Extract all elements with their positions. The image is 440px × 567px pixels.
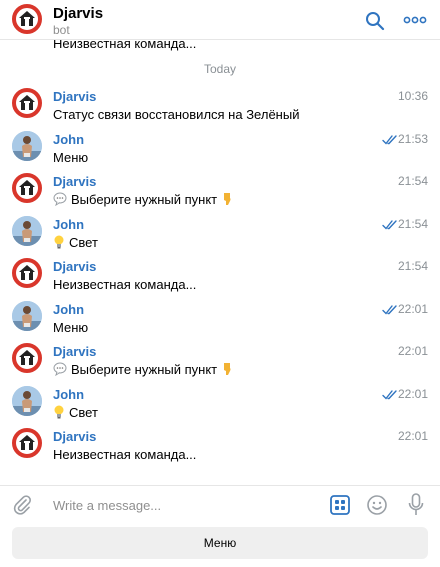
user-photo [12,300,42,331]
message-row[interactable]: John Свет 21:54 [0,215,440,260]
message-input[interactable]: Write a message... [53,498,161,513]
message-body: Выберите нужный пункт [71,362,218,377]
house-icon [12,343,42,373]
message-text: Выберите нужный пункт [53,192,237,209]
message-row[interactable]: Djarvis Выберите нужный пункт 21:54 [0,173,440,217]
message-body: Меню [53,319,89,335]
pointing-down-icon [221,192,233,209]
speech-balloon-icon [53,192,67,209]
user-avatar[interactable] [12,215,42,246]
message-text: Статус связи восстановился на Зелёный [53,107,299,122]
message-time: 21:54 [397,174,428,188]
house-icon [12,428,42,458]
date-separator: Today [203,62,237,76]
message-composer: Write a message... [0,485,440,525]
sender-name[interactable]: John [53,217,84,232]
message-body: Выберите нужный пункт [71,192,218,207]
message-body: Неизвестная команда... [53,447,197,462]
message-row[interactable]: John Меню 22:01 [0,300,440,345]
sender-name[interactable]: Djarvis [53,429,96,444]
sender-name[interactable]: John [53,387,84,402]
paperclip-icon[interactable] [12,494,32,516]
message-body: Свет [69,404,98,420]
sender-name[interactable]: John [53,302,84,317]
message-time: 22:01 [397,429,428,443]
light-bulb-icon [53,235,65,252]
speech-balloon-icon [53,362,67,379]
message-row[interactable]: Djarvis Неизвестная команда... 22:01 [0,428,440,472]
double-check-icon [382,303,398,315]
sender-name[interactable]: Djarvis [53,89,96,104]
bot-avatar[interactable] [12,428,42,458]
microphone-icon[interactable] [408,493,424,517]
message-time: 21:54 [397,216,428,231]
message-time: 10:36 [397,89,428,103]
message-text: Свет [53,235,98,252]
message-row[interactable]: John Меню 21:53 [0,130,440,175]
bot-avatar[interactable] [12,173,42,203]
message-text: Неизвестная команда... [53,277,196,292]
light-bulb-icon [53,405,65,422]
house-icon [12,88,42,118]
user-avatar[interactable] [12,130,42,161]
bot-avatar[interactable] [12,343,42,373]
message-row[interactable]: Djarvis Статус связи восстановился на Зел… [0,88,440,132]
user-avatar[interactable] [12,385,42,416]
sender-name[interactable]: Djarvis [53,174,96,189]
message-time: 21:53 [397,131,428,146]
message-time: 21:54 [397,259,428,273]
bot-avatar[interactable] [12,4,42,34]
more-icon[interactable] [402,12,428,28]
message-row[interactable]: John Свет 22:01 [0,385,440,430]
message-body: Статус связи восстановился на Зелёный [53,107,300,122]
bot-avatar[interactable] [12,258,42,288]
user-photo [12,215,42,246]
bot-keyboard-menu-button[interactable]: Меню [12,527,428,559]
message-text: Меню [53,150,88,165]
user-photo [12,385,42,416]
house-icon [12,258,42,288]
sender-name[interactable]: Djarvis [53,344,96,359]
message-text: Свет [53,405,98,422]
chat-title: Djarvis [53,5,104,22]
bot-avatar[interactable] [12,88,42,118]
double-check-icon [382,218,398,230]
user-photo [12,130,42,161]
chat-subtitle: bot [53,23,70,37]
pointing-down-icon [221,362,233,379]
message-time: 22:01 [397,344,428,358]
user-avatar[interactable] [12,300,42,331]
message-row[interactable]: Djarvis Неизвестная команда... 21:54 [0,258,440,302]
search-icon[interactable] [364,10,386,32]
message-text: Выберите нужный пункт [53,362,237,379]
message-body: Свет [69,234,98,250]
sender-name[interactable]: Djarvis [53,259,96,274]
double-check-icon [382,133,398,145]
bot-keyboard-icon[interactable] [330,495,350,515]
bot-keyboard: Меню [0,525,440,567]
message-time: 22:01 [397,301,428,316]
message-text: Неизвестная команда... [53,447,196,462]
message-body: Меню [53,149,89,165]
house-icon [12,173,42,203]
message-row[interactable]: Djarvis Выберите нужный пункт 22:01 [0,343,440,387]
message-time: 22:01 [397,386,428,401]
double-check-icon [382,388,398,400]
message-text: Меню [53,320,88,335]
house-icon [19,11,35,26]
smiley-icon[interactable] [366,494,388,516]
message-body: Неизвестная команда... [53,277,197,292]
sender-name[interactable]: John [53,132,84,147]
chat-header: Djarvis bot [0,0,440,40]
